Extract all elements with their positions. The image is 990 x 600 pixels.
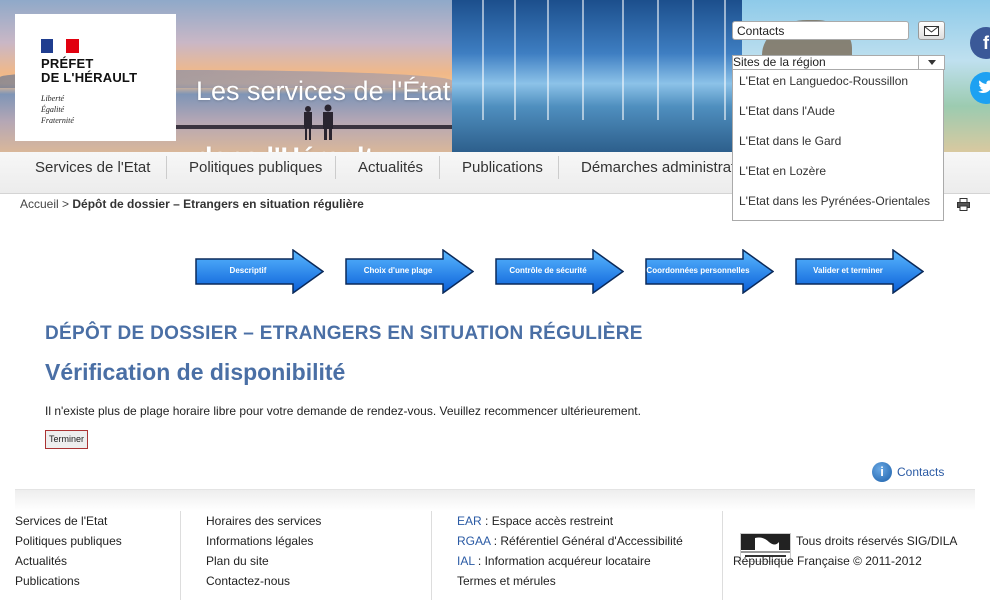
step-choix-plage: Choix d'une plage	[345, 249, 474, 294]
logo-title: PRÉFET DE L'HÉRAULT	[41, 56, 138, 85]
step-label: Contrôle de sécurité	[509, 266, 587, 275]
marianne-flag-icon	[41, 39, 79, 53]
footer-col-sections: Services de l'Etat Politiques publiques …	[15, 511, 122, 600]
contacts-link[interactable]: i Contacts	[872, 461, 944, 483]
print-icon[interactable]	[957, 198, 970, 211]
nav-item-politiques[interactable]: Politiques publiques	[189, 156, 322, 180]
footer-col-info: Horaires des services Informations légal…	[206, 511, 321, 600]
site-title-line1: Les services de l'État	[196, 76, 451, 106]
footer-link-ial[interactable]: IAL : Information acquéreur locataire	[457, 551, 683, 571]
page-title: Vérification de disponibilité	[45, 359, 346, 385]
region-option[interactable]: L'Etat dans le Gard	[733, 130, 943, 160]
region-option[interactable]: L'Etat dans l'Aude	[733, 100, 943, 130]
breadcrumb-home[interactable]: Accueil	[20, 197, 59, 211]
footer-link[interactable]: Actualités	[15, 551, 122, 571]
footer-divider	[15, 489, 975, 511]
region-sites-select[interactable]: Sites de la région	[732, 55, 945, 70]
footer-link[interactable]: Horaires des services	[206, 511, 321, 531]
site-title: Les services de l'État dans l'Hérault	[196, 42, 496, 152]
breadcrumb: Accueil > Dépôt de dossier – Etrangers e…	[20, 197, 364, 211]
step-label: Valider et terminer	[813, 266, 883, 275]
step-label: Choix d'une plage	[363, 266, 433, 275]
footer-link[interactable]: Publications	[15, 571, 122, 591]
step-label: Coordonnées personnelles	[646, 266, 750, 275]
footer-link[interactable]: Services de l'Etat	[15, 511, 122, 531]
nav-item-services[interactable]: Services de l'Etat	[35, 156, 150, 180]
footer-link[interactable]: Politiques publiques	[15, 531, 122, 551]
nav-item-publications[interactable]: Publications	[462, 156, 543, 180]
footer-col-references: EAR : Espace accès restreint RGAA : Réfé…	[457, 511, 683, 600]
nav-item-demarches[interactable]: Démarches administrat	[581, 156, 735, 180]
nav-item-actualites[interactable]: Actualités	[358, 156, 423, 180]
step-valider: Valider et terminer	[795, 249, 924, 294]
twitter-icon	[978, 80, 990, 93]
finish-button[interactable]: Terminer	[45, 430, 89, 449]
footer-link-rgaa[interactable]: RGAA : Référentiel Général d'Accessibili…	[457, 531, 683, 551]
footer-link[interactable]: Informations légales	[206, 531, 321, 551]
contacts-search-input[interactable]	[732, 21, 909, 40]
prefecture-logo[interactable]: PRÉFET DE L'HÉRAULT Liberté Égalité Frat…	[15, 14, 176, 141]
info-icon: i	[872, 462, 892, 482]
step-coordonnees: Coordonnées personnelles	[645, 249, 774, 294]
page-heading: DÉPÔT DE DOSSIER – ETRANGERS EN SITUATIO…	[45, 323, 643, 344]
breadcrumb-current: Dépôt de dossier – Etrangers en situatio…	[72, 197, 364, 211]
step-controle-securite: Contrôle de sécurité	[495, 249, 624, 294]
logo-motto: Liberté Égalité Fraternité	[41, 94, 74, 125]
region-select-label: Sites de la région	[733, 55, 826, 69]
contacts-link-label: Contacts	[897, 465, 945, 479]
facebook-icon: f	[983, 33, 989, 53]
region-option[interactable]: L'Etat dans les Pyrénées-Orientales	[733, 190, 943, 220]
footer-link-terms[interactable]: Termes et mérules	[457, 571, 683, 591]
site-title-line2: dans l'Hérault	[196, 142, 373, 152]
page: PRÉFET DE L'HÉRAULT Liberté Égalité Frat…	[0, 0, 990, 600]
mail-button[interactable]	[918, 21, 945, 40]
region-dropdown-list: L'Etat en Languedoc-Roussillon L'Etat da…	[732, 69, 944, 221]
twitter-button[interactable]	[970, 72, 990, 104]
footer-link[interactable]: Plan du site	[206, 551, 321, 571]
step-descriptif: Descriptif	[195, 249, 324, 294]
step-label: Descriptif	[229, 266, 267, 275]
footer-link[interactable]: Contactez-nous	[206, 571, 321, 591]
mail-icon	[924, 25, 939, 36]
region-option[interactable]: L'Etat en Languedoc-Roussillon	[733, 70, 943, 100]
region-option[interactable]: L'Etat en Lozère	[733, 160, 943, 190]
chevron-down-icon	[918, 56, 944, 69]
copyright-text: Tous droits réservés SIG/DILA République…	[733, 534, 957, 568]
footer-link-ear[interactable]: EAR : Espace accès restreint	[457, 511, 683, 531]
availability-message: Il n'existe plus de plage horaire libre …	[45, 404, 641, 418]
breadcrumb-separator: >	[62, 197, 70, 211]
